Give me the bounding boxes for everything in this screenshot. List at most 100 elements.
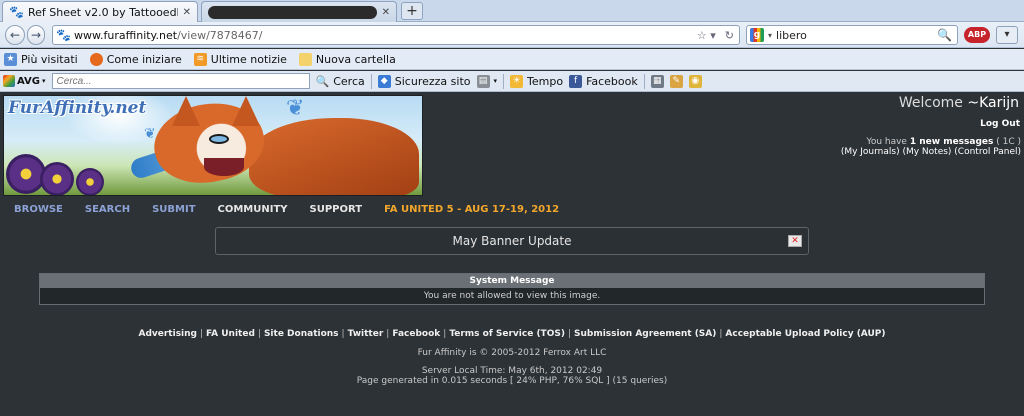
dismiss-icon[interactable]: ✕: [788, 235, 802, 247]
tab-title: Ref Sheet v2.0 by TattooedRat -- Fur ...: [28, 5, 178, 19]
username[interactable]: ~Karijn: [967, 95, 1019, 111]
divider: |: [719, 329, 723, 339]
search-bar[interactable]: g ▾ libero 🔍: [746, 25, 958, 45]
bookmark-item[interactable]: Nuova cartella: [298, 52, 396, 66]
search-engine-input[interactable]: libero: [776, 29, 933, 42]
tab-redacted[interactable]: ✕: [201, 1, 397, 22]
avg-logo[interactable]: AVG ▾: [3, 75, 46, 87]
flower-decoration: [40, 162, 74, 195]
facebook-button[interactable]: f Facebook: [569, 74, 638, 88]
back-button[interactable]: ←: [5, 25, 25, 45]
bookmark-item[interactable]: ≋ Ultime notizie: [193, 52, 287, 66]
divider: |: [199, 329, 204, 339]
divider: |: [567, 329, 571, 339]
page-generation-text: Page generated in 0.015 seconds [ 24% PH…: [356, 376, 668, 386]
messages-notice: You have 1 new messages ( 1C ): [866, 137, 1021, 147]
bookmark-icon: ★: [4, 52, 17, 66]
weather-button[interactable]: ☀ Tempo: [510, 74, 563, 88]
bookmark-item[interactable]: Come iniziare: [89, 52, 182, 66]
url-bar[interactable]: 🐾 www.furaffinity.net/view/7878467/ ☆ ▾ …: [52, 25, 740, 45]
divider: [370, 73, 372, 89]
footer-link-tos[interactable]: Terms of Service (TOS): [449, 329, 565, 339]
navigation-bar: ← → 🐾 www.furaffinity.net/view/7878467/ …: [0, 22, 1024, 48]
close-icon[interactable]: ✕: [382, 7, 390, 18]
firefox-icon: [89, 52, 103, 66]
calculator-button[interactable]: ▦: [650, 74, 664, 88]
footer-link-aup[interactable]: Acceptable Upload Policy (AUP): [725, 329, 885, 339]
system-message-body: You are not allowed to view this image.: [423, 291, 601, 301]
paw-icon: 🐾: [56, 28, 71, 42]
bookmark-item[interactable]: ★ Più visitati: [4, 52, 78, 66]
user-control-links[interactable]: (My Journals) (My Notes) (Control Panel): [841, 147, 1021, 157]
site-security-button[interactable]: ◆ Sicurezza sito: [377, 74, 471, 88]
search-icon[interactable]: 🔍: [937, 28, 952, 42]
chevron-down-icon: ▾: [493, 77, 498, 85]
avg-toolbar: AVG▾ 🔍Cerca ◆Sicurezza sito ▤▾ ☀Tempo fF…: [0, 71, 1024, 92]
main-navigation: BROWSE SEARCH SUBMIT COMMUNITY SUPPORT F…: [14, 204, 559, 215]
site-banner[interactable]: ❦ ❦ FurAffinity.net: [3, 95, 423, 196]
nav-search[interactable]: SEARCH: [85, 204, 130, 215]
footer-link-facebook[interactable]: Facebook: [392, 329, 440, 339]
reload-icon[interactable]: ↻: [725, 29, 734, 42]
avg-search-input[interactable]: [51, 73, 310, 89]
flower-decoration: [76, 168, 104, 195]
new-tab-button[interactable]: +: [401, 2, 423, 20]
bookmark-star-icon[interactable]: ☆ ▾: [697, 29, 716, 42]
fox-ear: [172, 96, 200, 126]
logout-link[interactable]: Log Out: [980, 119, 1020, 129]
chevron-down-icon[interactable]: ▾: [768, 31, 772, 40]
new-messages-link[interactable]: 1 new messages: [910, 137, 994, 147]
nav-support[interactable]: SUPPORT: [310, 204, 363, 215]
system-message-panel: System Message You are not allowed to vi…: [39, 273, 985, 305]
fox-ear: [232, 96, 260, 126]
server-time-text: Server Local Time: May 6th, 2012 02:49: [421, 366, 603, 376]
nav-submit[interactable]: SUBMIT: [152, 204, 195, 215]
redacted-tab-title: [208, 5, 377, 19]
menu-button[interactable]: ▾: [996, 26, 1018, 44]
welcome-text: Welcome ~Karijn: [898, 95, 1019, 111]
notepad-button[interactable]: ✎: [669, 74, 683, 88]
search-icon: 🔍: [315, 74, 330, 88]
adblock-button[interactable]: ABP: [964, 27, 990, 43]
url-path: /view/7878467/: [177, 28, 263, 42]
folder-icon: [298, 52, 312, 66]
footer-link-sa[interactable]: Submission Agreement (SA): [574, 329, 716, 339]
copyright-text: Fur Affinity is © 2005-2012 Ferrox Art L…: [417, 348, 607, 358]
footer-link-twitter[interactable]: Twitter: [348, 329, 384, 339]
announcement-title[interactable]: May Banner Update: [452, 234, 571, 248]
search-engine-icon[interactable]: g: [750, 28, 764, 42]
forward-button[interactable]: →: [27, 25, 45, 45]
tab-active[interactable]: 🐾 Ref Sheet v2.0 by TattooedRat -- Fur .…: [2, 1, 198, 22]
nav-event-link[interactable]: FA UNITED 5 - AUG 17-19, 2012: [384, 204, 559, 215]
notepad-icon: ✎: [669, 74, 683, 88]
weather-icon: ☀: [510, 74, 524, 88]
snapshot-button[interactable]: ◉: [688, 74, 702, 88]
footer-link-donations[interactable]: Site Donations: [264, 329, 339, 339]
butterfly-icon: ❦: [144, 126, 156, 142]
divider: |: [443, 329, 447, 339]
divider: [643, 73, 645, 89]
footer-link-fa-united[interactable]: FA United: [206, 329, 255, 339]
nav-browse[interactable]: BROWSE: [14, 204, 63, 215]
system-message-title: System Message: [40, 274, 984, 288]
avg-icon: [3, 75, 15, 87]
close-icon[interactable]: ✕: [183, 7, 191, 18]
footer-link-advertising[interactable]: Advertising: [138, 329, 197, 339]
nav-community[interactable]: COMMUNITY: [218, 204, 288, 215]
page-content: ❦ ❦ FurAffinity.net Welcome ~Karijn Log …: [0, 93, 1024, 416]
avg-search-button[interactable]: 🔍 Cerca: [316, 75, 365, 88]
divider: |: [257, 329, 261, 339]
fox-mouth: [204, 158, 244, 176]
butterfly-icon: ❦: [286, 96, 305, 121]
camera-icon: ◉: [688, 74, 702, 88]
trash-button[interactable]: ▤ ▾: [476, 74, 498, 88]
trash-icon: ▤: [476, 74, 490, 88]
announcement-box[interactable]: May Banner Update ✕: [215, 227, 809, 255]
site-logo[interactable]: FurAffinity.net: [8, 98, 146, 118]
url-text: www.furaffinity.net/view/7878467/: [74, 29, 693, 42]
footer-links: Advertising | FA United | Site Donations | Twi…: [0, 329, 1024, 339]
paw-icon: 🐾: [9, 5, 24, 19]
divider: |: [386, 329, 390, 339]
bookmarks-bar: ★ Più visitati Come iniziare ≋ Ultime noti…: [0, 49, 1024, 70]
fox-eye: [209, 134, 229, 144]
